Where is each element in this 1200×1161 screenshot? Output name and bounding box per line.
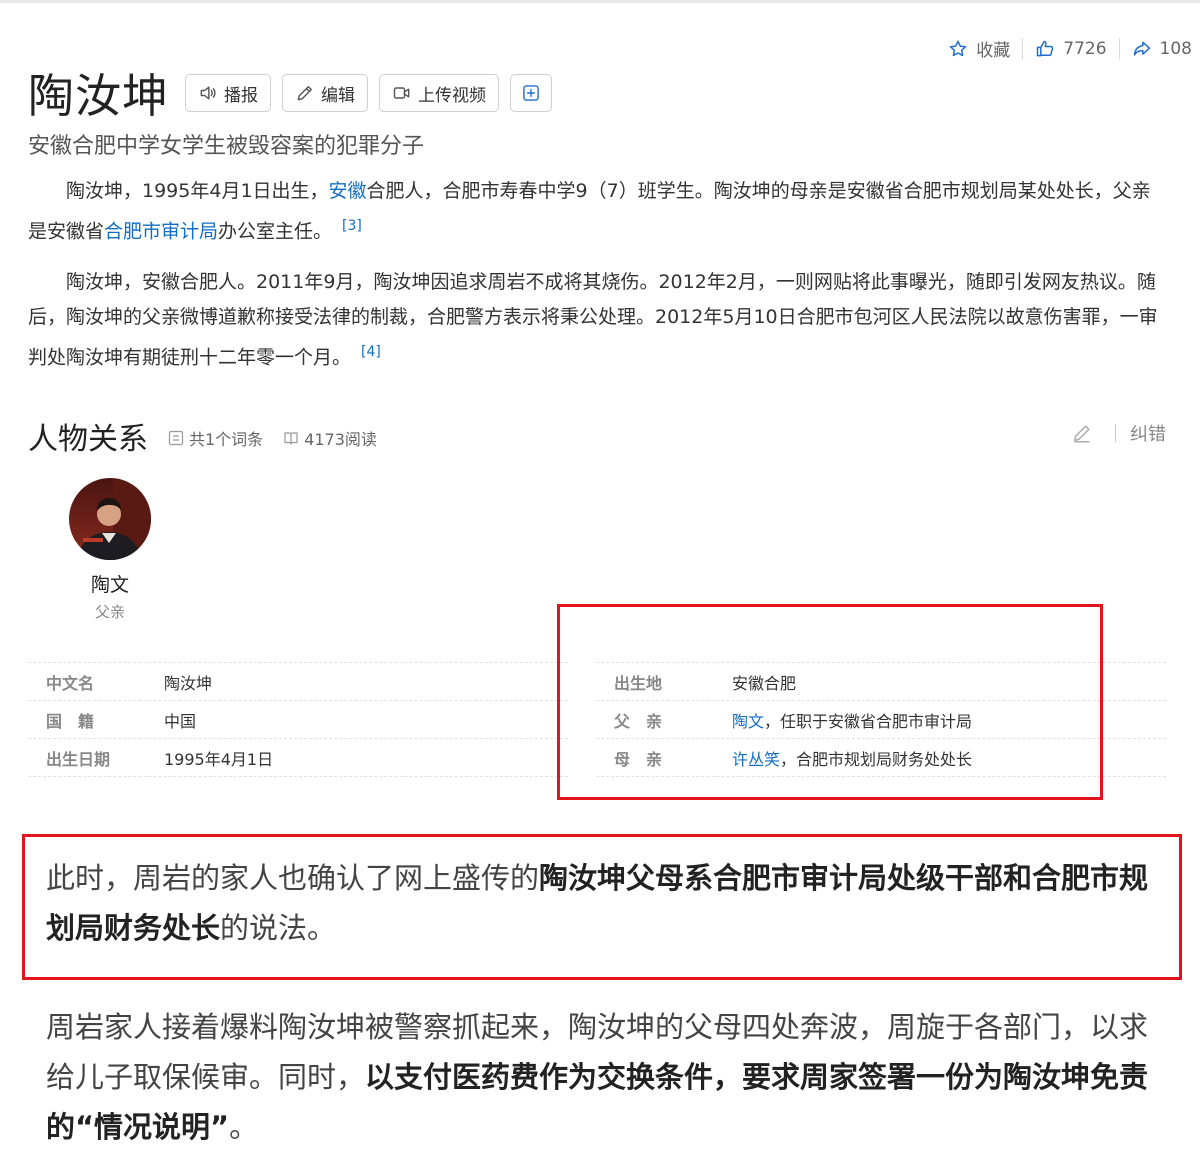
page-actions: 收藏 7726 108 xyxy=(948,36,1192,61)
text-segment: 的说法。 xyxy=(220,911,337,945)
highlight-box-parents xyxy=(557,604,1103,800)
list-icon xyxy=(168,430,184,446)
info-value: 陶汝坤 xyxy=(164,673,213,693)
entries-count[interactable]: 共1个词条 xyxy=(168,426,263,450)
person-photo xyxy=(69,478,151,560)
share-button[interactable]: 108 xyxy=(1132,39,1192,59)
infobox-row: 国 籍 中国 xyxy=(28,700,568,738)
infobox-row: 中文名 陶汝坤 xyxy=(28,662,568,700)
upload-video-label: 上传视频 xyxy=(418,85,486,106)
text-segment: 陶汝坤，1995年4月1日出生， xyxy=(66,180,329,202)
text-segment: 办公室主任。 xyxy=(218,220,333,243)
divider xyxy=(1118,37,1120,60)
section-tools: 纠错 xyxy=(1071,420,1166,446)
like-button[interactable]: 7726 xyxy=(1035,38,1107,59)
page-subtitle: 安徽合肥中学女学生被毁容案的犯罪分子 xyxy=(28,134,425,159)
broadcast-button[interactable]: 播报 xyxy=(185,74,271,112)
section-title: 人物关系 xyxy=(28,422,148,457)
infobox-left: 中文名 陶汝坤 国 籍 中国 出生日期 1995年4月1日 xyxy=(28,662,568,777)
edit-button[interactable]: 编辑 xyxy=(282,74,368,112)
page-title: 陶汝坤 xyxy=(28,69,169,123)
link-anhui[interactable]: 安徽 xyxy=(329,180,367,202)
divider xyxy=(1022,37,1024,60)
info-key: 国 籍 xyxy=(46,711,95,731)
speaker-icon xyxy=(200,86,216,100)
plus-box-icon xyxy=(523,85,539,101)
add-button[interactable] xyxy=(510,74,552,112)
reference-3[interactable]: [3] xyxy=(342,218,362,234)
info-value: 1995年4月1日 xyxy=(164,749,274,769)
favorite-label: 收藏 xyxy=(976,41,1011,61)
upload-video-button[interactable]: 上传视频 xyxy=(379,74,499,112)
infobox-row: 出生日期 1995年4月1日 xyxy=(28,738,568,777)
like-count: 7726 xyxy=(1063,38,1107,59)
article-paragraph-2: 周岩家人接着爆料陶汝坤被警察抓起来，陶汝坤的父母四处奔波，周旋于各部门，以求给儿… xyxy=(46,1002,1166,1152)
pencil-icon xyxy=(297,86,312,101)
text-segment: 陶汝坤，安徽合肥人。2011年9月，陶汝坤因追求周岩不成将其烧伤。2012年2月… xyxy=(28,271,1158,369)
pencil-icon[interactable] xyxy=(1071,422,1093,444)
person-name: 陶文 xyxy=(90,574,129,596)
book-icon xyxy=(284,432,298,445)
reads-label: 4173阅读 xyxy=(304,430,377,449)
info-key: 出生日期 xyxy=(46,749,111,769)
intro-paragraph-1: 陶汝坤，1995年4月1日出生，安徽合肥人，合肥市寿春中学9（7）班学生。陶汝坤… xyxy=(28,174,1168,249)
share-icon xyxy=(1133,41,1150,56)
article-paragraph-1: 此时，周岩的家人也确认了网上盛传的陶汝坤父母系合肥市审计局处级干部和合肥市规划局… xyxy=(46,853,1166,953)
broadcast-label: 播报 xyxy=(224,85,258,106)
top-divider xyxy=(0,0,1200,3)
reads-count: 4173阅读 xyxy=(283,426,377,450)
correct-error-link[interactable]: 纠错 xyxy=(1130,420,1166,446)
avatar xyxy=(69,478,151,560)
link-hefei-audit-bureau[interactable]: 合肥市审计局 xyxy=(104,220,218,242)
relation-person-card[interactable]: 陶文 父亲 xyxy=(66,478,154,622)
intro-paragraph-2: 陶汝坤，安徽合肥人。2011年9月，陶汝坤因追求周岩不成将其烧伤。2012年2月… xyxy=(28,265,1168,375)
favorite-button[interactable]: 收藏 xyxy=(948,36,1010,61)
info-key: 中文名 xyxy=(46,673,95,693)
text-segment: 。 xyxy=(229,1110,259,1144)
star-icon xyxy=(950,40,967,56)
nationality-link[interactable]: 中国 xyxy=(164,708,196,732)
share-count: 108 xyxy=(1159,38,1192,59)
person-relation: 父亲 xyxy=(94,603,125,621)
edit-label: 编辑 xyxy=(321,85,355,106)
reference-4[interactable]: [4] xyxy=(361,344,381,360)
title-row: 陶汝坤 播报 编辑 上传视频 xyxy=(28,60,563,126)
section-meta: 共1个词条 4173阅读 xyxy=(168,426,377,450)
video-camera-icon xyxy=(393,87,410,99)
thumbs-up-icon xyxy=(1037,40,1054,56)
divider xyxy=(1115,424,1116,442)
entries-label: 共1个词条 xyxy=(189,430,264,449)
text-segment: 此时，周岩的家人也确认了网上盛传的 xyxy=(46,861,540,895)
